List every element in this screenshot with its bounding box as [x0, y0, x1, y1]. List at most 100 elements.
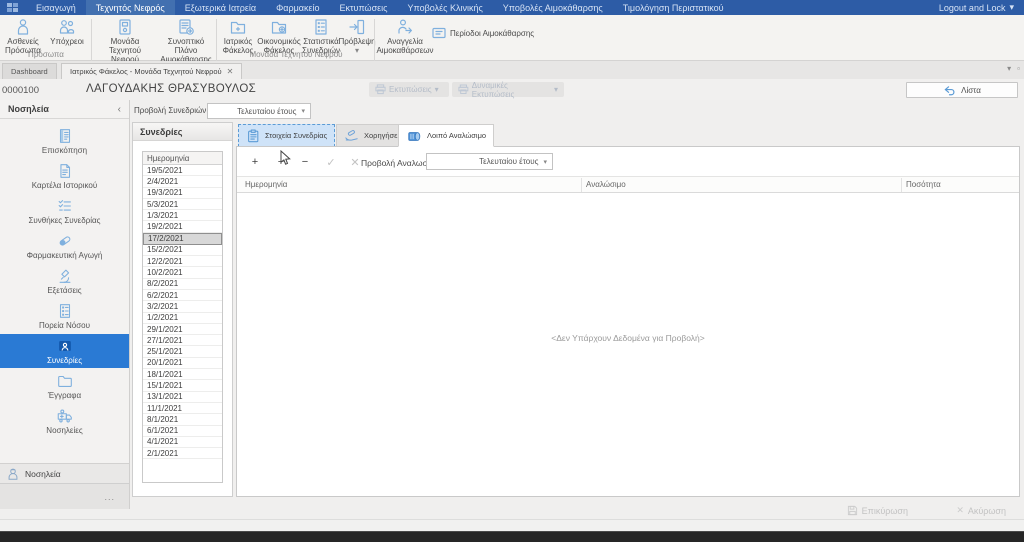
sidebar-item-medication[interactable]: Φαρμακευτική Αγωγή: [0, 229, 129, 263]
patients-button[interactable]: Ασθενείς Πρόσωπα: [2, 17, 44, 55]
tab-dashboard[interactable]: Dashboard: [2, 63, 57, 79]
sidebar-item-overview[interactable]: Επισκόπηση: [0, 124, 129, 158]
obligors-label: Υπόχρεοι: [50, 37, 84, 46]
session-date-row[interactable]: 17/2/2021: [143, 232, 222, 245]
session-date-row[interactable]: 19/2/2021: [143, 221, 222, 233]
document-tabstrip: Dashboard Ιατρικός Φάκελος - Μονάδα Τεχν…: [0, 61, 1024, 79]
session-date-row[interactable]: 8/1/2021: [143, 414, 222, 426]
financial-folder-icon: [269, 17, 289, 37]
menu-item[interactable]: Υποβολές Αιμοκάθαρσης: [493, 0, 613, 15]
accept-changes-button[interactable]: ✓: [321, 154, 341, 170]
print-label: Εκτυπώσεις: [389, 85, 432, 94]
close-tab-icon[interactable]: ✕: [227, 67, 234, 76]
tab-medical-file-label: Ιατρικός Φάκελος - Μονάδα Τεχνητού Νεφρο…: [70, 67, 222, 76]
tab-medical-file[interactable]: Ιατρικός Φάκελος - Μονάδα Τεχνητού Νεφρο…: [61, 63, 243, 79]
session-date-row[interactable]: 2/1/2021: [143, 448, 222, 460]
session-date-row[interactable]: 4/1/2021: [143, 437, 222, 449]
session-date-row[interactable]: 19/3/2021: [143, 188, 222, 199]
sidebar-section-label: Νοσηλεία: [25, 468, 61, 479]
tab-other-consumables[interactable]: Λοιπό Αναλώσιμο: [398, 124, 495, 147]
session-date-row[interactable]: 12/2/2021: [143, 256, 222, 268]
periods-button[interactable]: Περίοδοι Αιμοκάθαρσης: [432, 27, 534, 39]
sidebar-item-history-card[interactable]: Καρτέλα Ιστορικού: [0, 159, 129, 193]
tab-session-details[interactable]: Στοιχεία Συνεδρίας: [238, 124, 336, 147]
session-date-row[interactable]: 8/2/2021: [143, 279, 222, 290]
session-date-row[interactable]: 3/2/2021: [143, 301, 222, 313]
session-date-row[interactable]: 19/5/2021: [143, 165, 222, 177]
session-date-row[interactable]: 6/1/2021: [143, 426, 222, 437]
forecast-button[interactable]: Πρόβλεψη ▾: [338, 17, 376, 55]
sidebar-overflow[interactable]: ...: [0, 483, 129, 509]
folder-icon: [57, 375, 72, 387]
sidebar-item-documents[interactable]: Έγγραφα: [0, 369, 129, 403]
sidebar-item-hospitalizations[interactable]: Νοσηλείες: [0, 404, 129, 438]
financial-file-button[interactable]: Οικονομικός Φάκελος: [257, 17, 301, 55]
sidebar-item-session-conditions[interactable]: Συνθήκες Συνεδρίας: [0, 194, 129, 228]
session-date-row[interactable]: 20/1/2021: [143, 358, 222, 370]
session-date-row[interactable]: 1/2/2021: [143, 313, 222, 324]
menu-item[interactable]: Εισαγωγή: [26, 0, 86, 15]
print-button: Εκτυπώσεις ▾: [369, 82, 449, 97]
top-menubar: Εισαγωγή Τεχνητός Νεφρός Εξωτερικά Ιατρε…: [0, 0, 1024, 15]
patient-header: 0000100 ΛΑΓΟΥΔΑΚΗΣ ΘΡΑΣΥΒΟΥΛΟΣ Εκτυπώσει…: [0, 79, 1024, 100]
session-stats-button[interactable]: Στατιστικά Συνεδριών: [301, 17, 341, 55]
menu-item[interactable]: Υποβολές Κλινικής: [398, 0, 493, 15]
column-header-date[interactable]: Ημερομηνία: [245, 180, 287, 189]
session-date-row[interactable]: 6/2/2021: [143, 290, 222, 302]
sidebar-item-sessions[interactable]: Συνεδρίες: [0, 334, 129, 368]
sidebar-section-hospitalization[interactable]: Νοσηλεία: [0, 463, 129, 483]
add-row-button[interactable]: +: [245, 154, 265, 170]
mouse-cursor: [280, 150, 291, 166]
history-card-icon: [59, 164, 70, 178]
ribbon-group-persons: Πρόσωπα: [28, 50, 64, 59]
column-header-consumable[interactable]: Αναλώσιμο: [586, 180, 626, 189]
forecast-arrow-icon: [347, 17, 367, 37]
session-date-row[interactable]: 13/1/2021: [143, 392, 222, 403]
list-button[interactable]: Λίστα: [906, 82, 1018, 98]
back-arrow-icon: [944, 85, 955, 95]
pin-icon[interactable]: ▫: [1017, 64, 1020, 73]
clipboard-icon: [248, 129, 259, 142]
medical-file-button[interactable]: Ιατρικός Φάκελος: [219, 17, 257, 55]
menu-item[interactable]: Εξωτερικά Ιατρεία: [175, 0, 266, 15]
tab-other-consumables-label: Λοιπό Αναλώσιμο: [427, 131, 487, 140]
sessions-view-combo[interactable]: Τελευταίου έτους ▾: [207, 103, 311, 119]
menu-item[interactable]: Τεχνητός Νεφρός: [85, 0, 175, 15]
session-date-row[interactable]: 10/2/2021: [143, 267, 222, 279]
column-header-quantity[interactable]: Ποσότητα: [906, 180, 941, 189]
delete-row-button[interactable]: −: [295, 154, 315, 170]
announcement-button[interactable]: Αναγγελία Αιμοκαθάρσεων: [376, 17, 434, 55]
session-date-row[interactable]: 5/3/2021: [143, 199, 222, 211]
menu-item[interactable]: Τιμολόγηση Περιστατικού: [613, 0, 734, 15]
collapse-sidebar-icon[interactable]: ‹: [118, 104, 121, 115]
consumables-view-combo[interactable]: Τελευταίου έτους ▾: [426, 153, 553, 170]
session-date-row[interactable]: 1/3/2021: [143, 210, 222, 222]
session-date-row[interactable]: 25/1/2021: [143, 346, 222, 358]
menu-item[interactable]: Εκτυπώσεις: [330, 0, 398, 15]
logout-button[interactable]: Logout and Lock ▾: [929, 0, 1024, 15]
menu-item[interactable]: Φαρμακείο: [266, 0, 329, 15]
sidebar-item-tests[interactable]: Εξετάσεις: [0, 264, 129, 298]
session-date-row[interactable]: 15/2/2021: [143, 245, 222, 257]
patient-name: ΛΑΓΟΥΔΑΚΗΣ ΘΡΑΣΥΒΟΥΛΟΣ: [86, 83, 257, 95]
ribbon-group-unit: Μονάδα Τεχνητού Νεφρού: [249, 50, 343, 59]
session-date-row[interactable]: 29/1/2021: [143, 324, 222, 336]
sidebar-header[interactable]: Νοσηλεία ‹: [0, 100, 129, 119]
sessions-panel-title: Συνεδρίες: [140, 126, 183, 137]
session-date-row[interactable]: 11/1/2021: [143, 403, 222, 415]
dynamic-print-label: Δυναμικές Εκτυπώσεις: [471, 80, 515, 99]
tab-session-details-label: Στοιχεία Συνεδρίας: [265, 131, 328, 140]
caret-down-icon: ▾: [301, 108, 305, 115]
unit-button[interactable]: Μονάδα Τεχνητού Νεφρού: [94, 17, 156, 64]
session-date-row[interactable]: 27/1/2021: [143, 335, 222, 347]
sidebar-item-disease-course[interactable]: Πορεία Νόσου: [0, 299, 129, 333]
date-column-header[interactable]: Ημερομηνία: [143, 152, 222, 165]
hand-pill-icon: [345, 130, 358, 141]
session-date-row[interactable]: 15/1/2021: [143, 380, 222, 392]
sessions-panel-header: Συνεδρίες: [133, 123, 232, 141]
summary-plan-button[interactable]: Συνοπτικό Πλάνο Αιμοκάθαρσης: [157, 17, 215, 64]
session-date-row[interactable]: 2/4/2021: [143, 176, 222, 188]
obligors-button[interactable]: Υπόχρεοι: [46, 17, 88, 53]
session-date-row[interactable]: 18/1/2021: [143, 369, 222, 381]
tab-list-chevron-icon[interactable]: ▾: [1007, 64, 1011, 73]
